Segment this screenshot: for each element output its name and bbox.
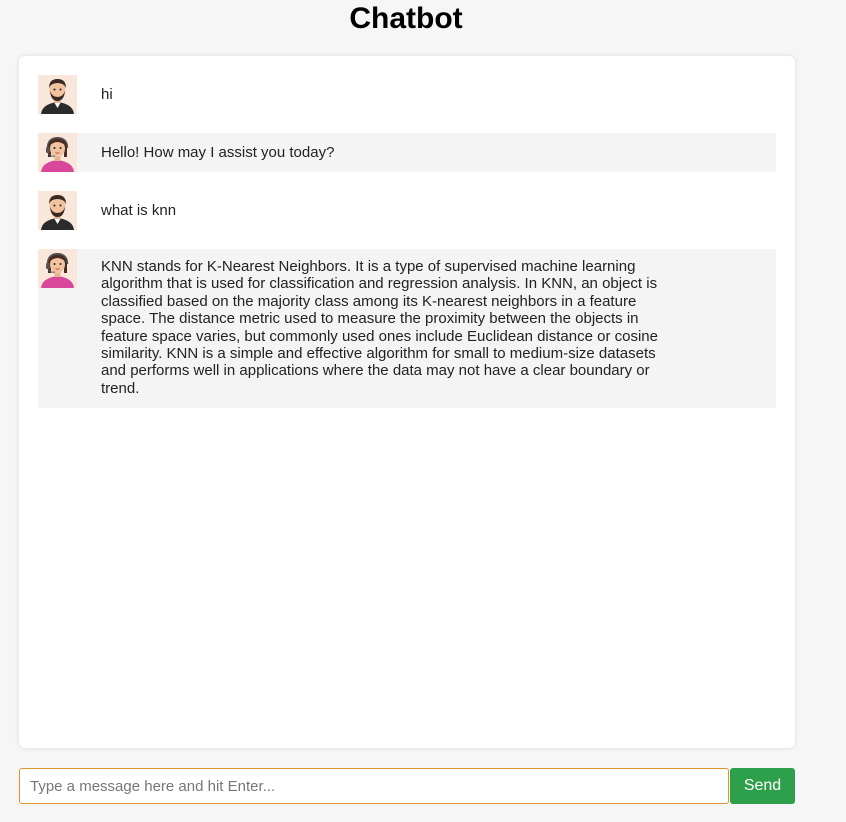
chat-panel[interactable]: hi Hello! How may I assist you today? wh… — [19, 56, 795, 748]
send-button[interactable]: Send — [730, 768, 795, 804]
male-user-avatar-icon — [38, 75, 77, 114]
female-assistant-avatar-icon — [38, 249, 77, 288]
female-assistant-avatar-icon — [38, 133, 77, 172]
chat-message-bot: KNN stands for K-Nearest Neighbors. It i… — [38, 249, 776, 408]
message-composer: Send — [19, 768, 795, 804]
message-text: what is knn — [101, 202, 177, 219]
chat-message-bot: Hello! How may I assist you today? — [38, 133, 776, 172]
chat-message-user: what is knn — [38, 191, 776, 230]
message-input[interactable] — [19, 768, 729, 804]
page-title: Chatbot — [349, 2, 463, 35]
message-text: Hello! How may I assist you today? — [101, 144, 335, 161]
male-user-avatar-icon — [38, 191, 77, 230]
message-text: hi — [101, 86, 113, 103]
chat-message-user: hi — [38, 75, 776, 114]
message-text: KNN stands for K-Nearest Neighbors. It i… — [101, 258, 658, 397]
